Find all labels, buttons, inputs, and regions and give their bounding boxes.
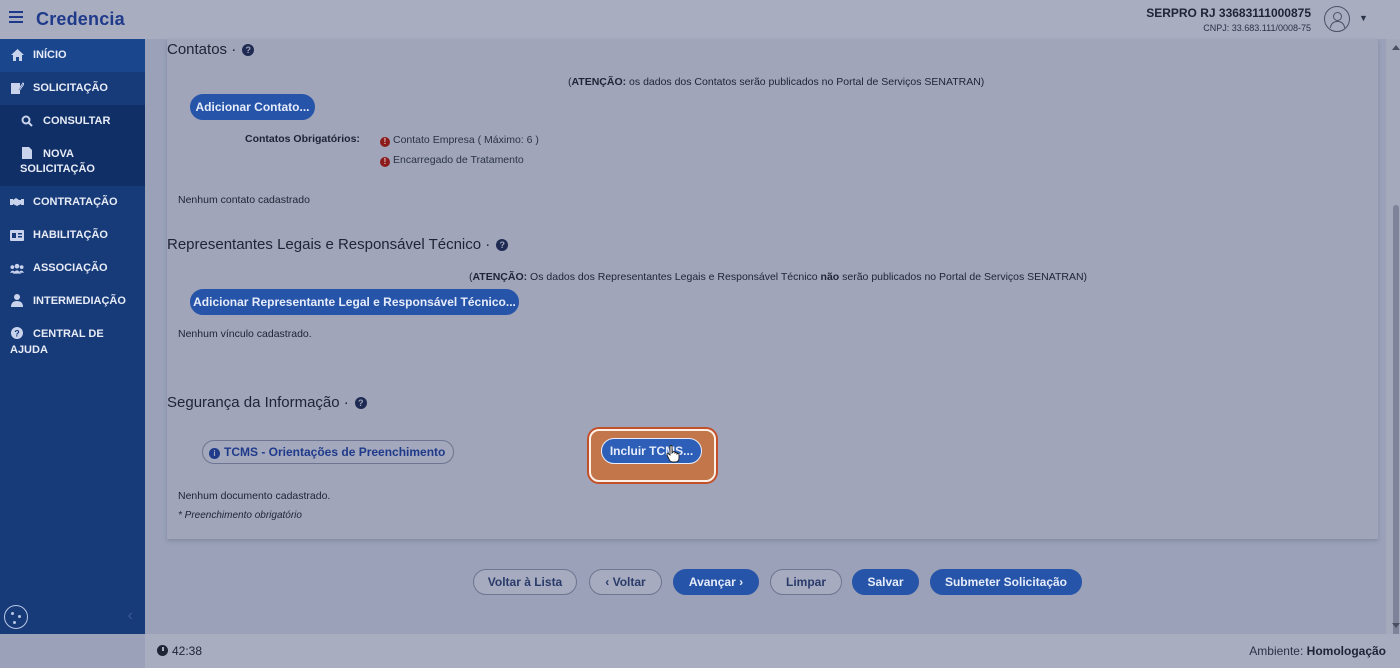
chevron-down-icon[interactable]: ▼ xyxy=(1359,13,1368,23)
edit-icon xyxy=(10,82,24,94)
users-icon xyxy=(10,262,24,274)
footer: 42:38 Ambiente: Homologação xyxy=(145,634,1400,668)
contatos-attention: (ATENÇÃO: os dados dos Contatos serão pu… xyxy=(568,76,985,88)
scrollbar[interactable] xyxy=(1386,39,1400,653)
scroll-up-arrow-icon[interactable] xyxy=(1392,45,1400,50)
file-icon xyxy=(20,147,34,159)
required-contacts-label: Contatos Obrigatórios: xyxy=(245,133,360,145)
sidebar-item-associacao[interactable]: ASSOCIAÇÃO xyxy=(0,252,145,285)
environment-value: Homologação xyxy=(1306,644,1386,658)
sidebar-item-nova-solicitacao[interactable]: NOVA SOLICITAÇÃO xyxy=(0,138,145,186)
add-contact-button[interactable]: Adicionar Contato... xyxy=(190,94,315,120)
sidebar-item-label: CONSULTAR xyxy=(43,115,111,127)
info-icon: i xyxy=(209,448,220,459)
home-icon xyxy=(10,49,24,61)
environment-label: Ambiente: Homologação xyxy=(1249,644,1386,658)
save-button[interactable]: Salvar xyxy=(852,569,919,595)
search-icon xyxy=(20,115,34,127)
next-button[interactable]: Avançar › xyxy=(673,569,759,595)
add-legal-representative-button[interactable]: Adicionar Representante Legal e Responsá… xyxy=(190,289,519,315)
section-title-seguranca: Segurança da Informação ·? xyxy=(167,394,367,411)
cookie-icon[interactable] xyxy=(4,605,28,629)
sidebar-item-intermediacao[interactable]: INTERMEDIAÇÃO xyxy=(0,285,145,318)
seguranca-empty-message: Nenhum documento cadastrado. xyxy=(178,490,331,502)
svg-text:?: ? xyxy=(14,329,20,339)
help-circle-icon: ? xyxy=(10,327,24,339)
clock-icon xyxy=(157,645,168,656)
back-button-label: Voltar xyxy=(612,575,646,589)
clear-button[interactable]: Limpar xyxy=(770,569,842,595)
sidebar-item-label: ASSOCIAÇÃO xyxy=(33,262,108,274)
tcms-guidelines-link[interactable]: i TCMS - Orientações de Preenchimento xyxy=(202,440,455,464)
tcms-guidelines-label: TCMS - Orientações de Preenchimento xyxy=(224,445,446,459)
required-contact-text: Encarregado de Tratamento xyxy=(393,154,524,166)
required-contact-item: ! Contato Empresa ( Máximo: 6 ) xyxy=(380,134,539,147)
sidebar-item-inicio[interactable]: INÍCIO xyxy=(0,39,145,72)
sidebar-item-label: CENTRAL DE xyxy=(33,328,104,340)
alert-icon: ! xyxy=(380,137,390,147)
representantes-attention: (ATENÇÃO: Os dados dos Representantes Le… xyxy=(469,271,1088,283)
section-title-text: Segurança da Informação · xyxy=(167,394,349,411)
back-to-list-button[interactable]: Voltar à Lista xyxy=(473,569,577,595)
user-tie-icon xyxy=(10,293,24,307)
top-bar: Credencia SERPRO RJ 33683111000875 CNPJ:… xyxy=(0,0,1400,39)
sidebar-item-label: CONTRATAÇÃO xyxy=(33,196,118,208)
help-icon[interactable]: ? xyxy=(496,239,509,252)
back-button[interactable]: ‹ Voltar xyxy=(589,569,662,595)
main-content: Contatos ·? (ATENÇÃO: os dados dos Conta… xyxy=(145,39,1386,634)
attention-text: Os dados dos Representantes Legais e Res… xyxy=(527,271,821,283)
scroll-down-arrow-icon[interactable] xyxy=(1392,623,1400,628)
sidebar-footer: ‹ xyxy=(0,600,145,634)
handshake-icon xyxy=(10,196,24,208)
session-timer: 42:38 xyxy=(172,644,203,658)
representantes-empty-message: Nenhum vínculo cadastrado. xyxy=(178,328,312,340)
sidebar-item-label: INÍCIO xyxy=(33,49,67,61)
app-logo[interactable]: Credencia xyxy=(36,9,125,30)
include-tcms-button[interactable]: Incluir TCMS... xyxy=(601,438,702,464)
sidebar: INÍCIO SOLICITAÇÃO CONSULTAR NOVA SOLICI… xyxy=(0,39,145,634)
menu-icon[interactable] xyxy=(9,11,23,23)
organization-name: SERPRO RJ 33683111000875 xyxy=(1146,6,1311,20)
attention-text: serão publicados no Portal de Serviços S… xyxy=(839,271,1088,283)
alert-icon: ! xyxy=(380,157,390,167)
required-field-note: * Preenchimento obrigatório xyxy=(178,510,302,521)
sidebar-item-label: SOLICITAÇÃO xyxy=(33,82,108,94)
sidebar-item-solicitacao[interactable]: SOLICITAÇÃO xyxy=(0,72,145,105)
attention-emphasis: não xyxy=(820,271,840,283)
section-title-representantes: Representantes Legais e Responsável Técn… xyxy=(167,236,509,253)
id-card-icon xyxy=(10,229,24,241)
form-card: Contatos ·? (ATENÇÃO: os dados dos Conta… xyxy=(167,39,1378,539)
attention-label: ATENÇÃO: xyxy=(472,271,528,283)
sidebar-item-contratacao[interactable]: CONTRATAÇÃO xyxy=(0,186,145,219)
sidebar-item-label: HABILITAÇÃO xyxy=(33,229,108,241)
help-icon[interactable]: ? xyxy=(242,44,255,57)
scroll-thumb[interactable] xyxy=(1393,205,1399,653)
sidebar-item-central-de-ajuda[interactable]: ? CENTRAL DE AJUDA xyxy=(0,318,145,366)
sidebar-item-label: NOVA xyxy=(43,148,74,160)
sidebar-item-consultar[interactable]: CONSULTAR xyxy=(0,105,145,138)
sidebar-item-habilitacao[interactable]: HABILITAÇÃO xyxy=(0,219,145,252)
organization-cnpj: CNPJ: 33.683.111/0008-75 xyxy=(1203,23,1311,33)
required-contact-text: Contato Empresa ( Máximo: 6 ) xyxy=(393,134,539,146)
sidebar-item-label-line2: SOLICITAÇÃO xyxy=(20,163,95,175)
section-title-text: Representantes Legais e Responsável Técn… xyxy=(167,236,491,253)
attention-text: os dados dos Contatos serão publicados n… xyxy=(626,76,985,88)
submit-request-button[interactable]: Submeter Solicitação xyxy=(930,569,1082,595)
help-icon[interactable]: ? xyxy=(354,397,367,410)
required-contact-item: ! Encarregado de Tratamento xyxy=(380,154,524,167)
hand-cursor-icon xyxy=(666,445,680,463)
collapse-sidebar-icon[interactable]: ‹ xyxy=(128,607,133,625)
section-title-contatos: Contatos ·? xyxy=(167,41,255,58)
sidebar-item-label-line2: AJUDA xyxy=(10,344,48,356)
section-title-text: Contatos · xyxy=(167,41,237,58)
environment-key: Ambiente: xyxy=(1249,644,1304,658)
user-avatar-icon[interactable] xyxy=(1324,6,1350,32)
next-button-label: Avançar xyxy=(688,575,736,589)
attention-label: ATENÇÃO: xyxy=(571,76,627,88)
contatos-empty-message: Nenhum contato cadastrado xyxy=(178,194,310,206)
sidebar-item-label: INTERMEDIAÇÃO xyxy=(33,295,126,307)
